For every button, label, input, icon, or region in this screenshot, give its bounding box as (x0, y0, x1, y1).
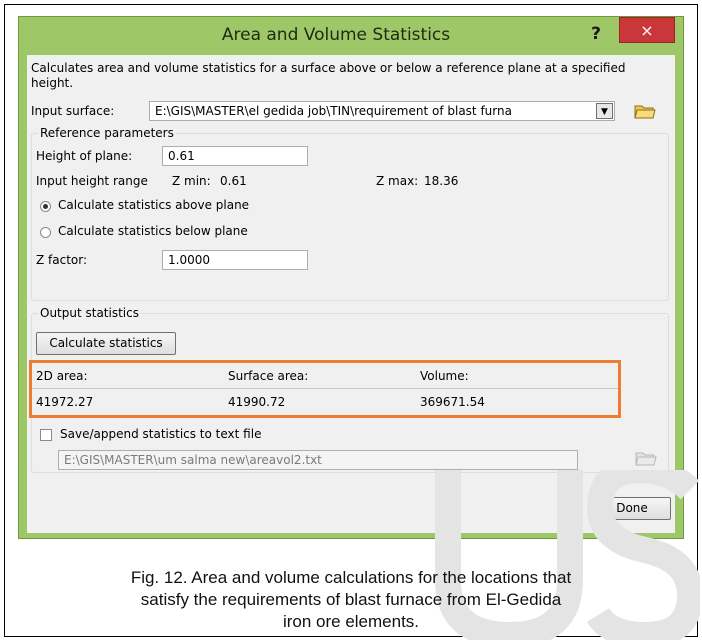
height-of-plane-input[interactable]: 0.61 (162, 146, 308, 166)
chevron-down-icon[interactable]: ▼ (596, 103, 613, 119)
zmin-label: Z min: (172, 174, 211, 188)
volume-header: Volume: (420, 369, 469, 383)
volume-value: 369671.54 (420, 395, 485, 409)
close-button[interactable]: × (619, 17, 675, 43)
surface-area-value: 41990.72 (228, 395, 286, 409)
z-factor-input[interactable]: 1.0000 (162, 250, 308, 270)
help-button[interactable]: ? (583, 21, 609, 47)
radio-above-plane[interactable] (40, 201, 51, 212)
surface-area-header: Surface area: (228, 369, 309, 383)
save-append-label[interactable]: Save/append statistics to text file (60, 427, 261, 441)
browse-folder-icon[interactable] (634, 448, 658, 468)
dialog-client-area: Calculates area and volume statistics fo… (27, 55, 675, 533)
radio-below-plane[interactable] (40, 227, 51, 238)
stats-divider (32, 388, 618, 389)
area-volume-dialog: Area and Volume Statistics ? × Calculate… (18, 16, 684, 539)
save-path-input[interactable]: E:\GIS\MASTER\um salma new\areavol2.txt (58, 450, 578, 470)
save-append-checkbox[interactable] (40, 429, 52, 441)
open-folder-icon[interactable] (633, 101, 657, 121)
calculate-statistics-button[interactable]: Calculate statistics (36, 332, 176, 355)
statistics-highlight-box: 2D area: Surface area: Volume: 41972.27 … (29, 360, 621, 418)
zmax-label: Z max: (376, 174, 419, 188)
reference-parameters-group: Reference parameters Height of plane: 0.… (31, 126, 669, 301)
caption-line-1: Fig. 12. Area and volume calculations fo… (130, 568, 572, 587)
radio-below-plane-label[interactable]: Calculate statistics below plane (58, 224, 248, 238)
output-statistics-group: Output statistics Calculate statistics 2… (29, 306, 669, 473)
done-button[interactable]: Done (593, 497, 671, 520)
zmin-value: 0.61 (220, 174, 247, 188)
input-height-range-label: Input height range (36, 174, 148, 188)
figure-caption: Fig. 12. Area and volume calculations fo… (30, 567, 672, 633)
radio-above-plane-label[interactable]: Calculate statistics above plane (58, 198, 249, 212)
output-statistics-title: Output statistics (38, 306, 141, 320)
caption-line-2: satisfy the requirements of blast furnac… (140, 590, 562, 609)
height-of-plane-label: Height of plane: (36, 149, 133, 163)
reference-parameters-title: Reference parameters (38, 126, 176, 140)
2d-area-header: 2D area: (36, 369, 88, 383)
description-text: Calculates area and volume statistics fo… (31, 61, 626, 90)
input-surface-dropdown[interactable]: E:\GIS\MASTER\el gedida job\TIN\requirem… (149, 101, 615, 121)
title-bar[interactable]: Area and Volume Statistics ? × (19, 17, 683, 55)
window-title: Area and Volume Statistics (221, 25, 451, 45)
z-factor-label: Z factor: (36, 253, 88, 267)
input-surface-label: Input surface: (31, 104, 115, 118)
caption-line-3: iron ore elements. (282, 612, 420, 631)
input-surface-value: E:\GIS\MASTER\el gedida job\TIN\requirem… (155, 104, 512, 118)
zmax-value: 18.36 (424, 174, 459, 188)
2d-area-value: 41972.27 (36, 395, 94, 409)
